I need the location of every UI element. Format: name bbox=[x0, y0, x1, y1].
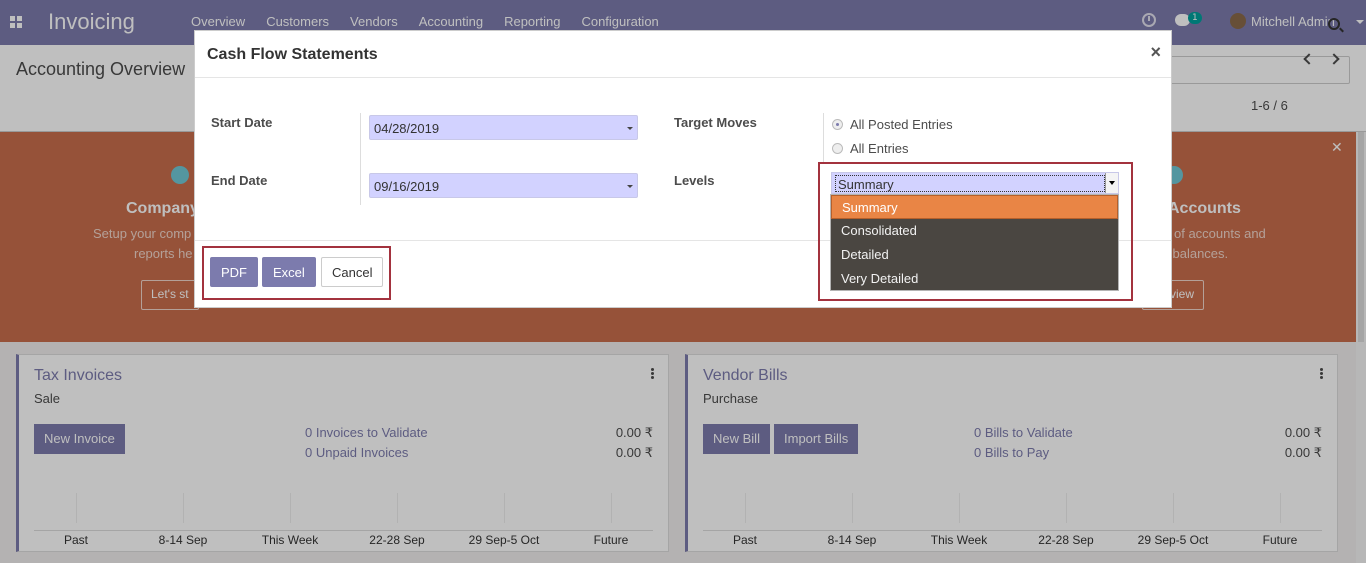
buttons-highlight-box bbox=[202, 246, 391, 300]
chevron-down-icon bbox=[627, 185, 633, 188]
radio-label[interactable]: All Entries bbox=[850, 141, 909, 156]
levels-highlight-box bbox=[818, 162, 1133, 301]
divider bbox=[823, 113, 824, 163]
start-date-field[interactable]: 04/28/2019 bbox=[369, 115, 638, 140]
end-date-label: End Date bbox=[211, 173, 268, 188]
radio-label[interactable]: All Posted Entries bbox=[850, 117, 953, 132]
end-date-value: 09/16/2019 bbox=[374, 179, 440, 194]
close-icon[interactable]: × bbox=[1150, 42, 1161, 63]
start-date-value: 04/28/2019 bbox=[374, 121, 440, 136]
divider bbox=[360, 113, 361, 205]
radio-all-entries[interactable] bbox=[832, 143, 843, 154]
radio-all-posted-entries[interactable] bbox=[832, 119, 843, 130]
target-moves-label: Target Moves bbox=[674, 115, 757, 130]
chevron-down-icon bbox=[627, 127, 633, 130]
end-date-field[interactable]: 09/16/2019 bbox=[369, 173, 638, 198]
start-date-label: Start Date bbox=[211, 115, 273, 130]
levels-label: Levels bbox=[674, 173, 715, 188]
dialog-title: Cash Flow Statements bbox=[207, 46, 378, 63]
divider bbox=[195, 77, 1171, 78]
